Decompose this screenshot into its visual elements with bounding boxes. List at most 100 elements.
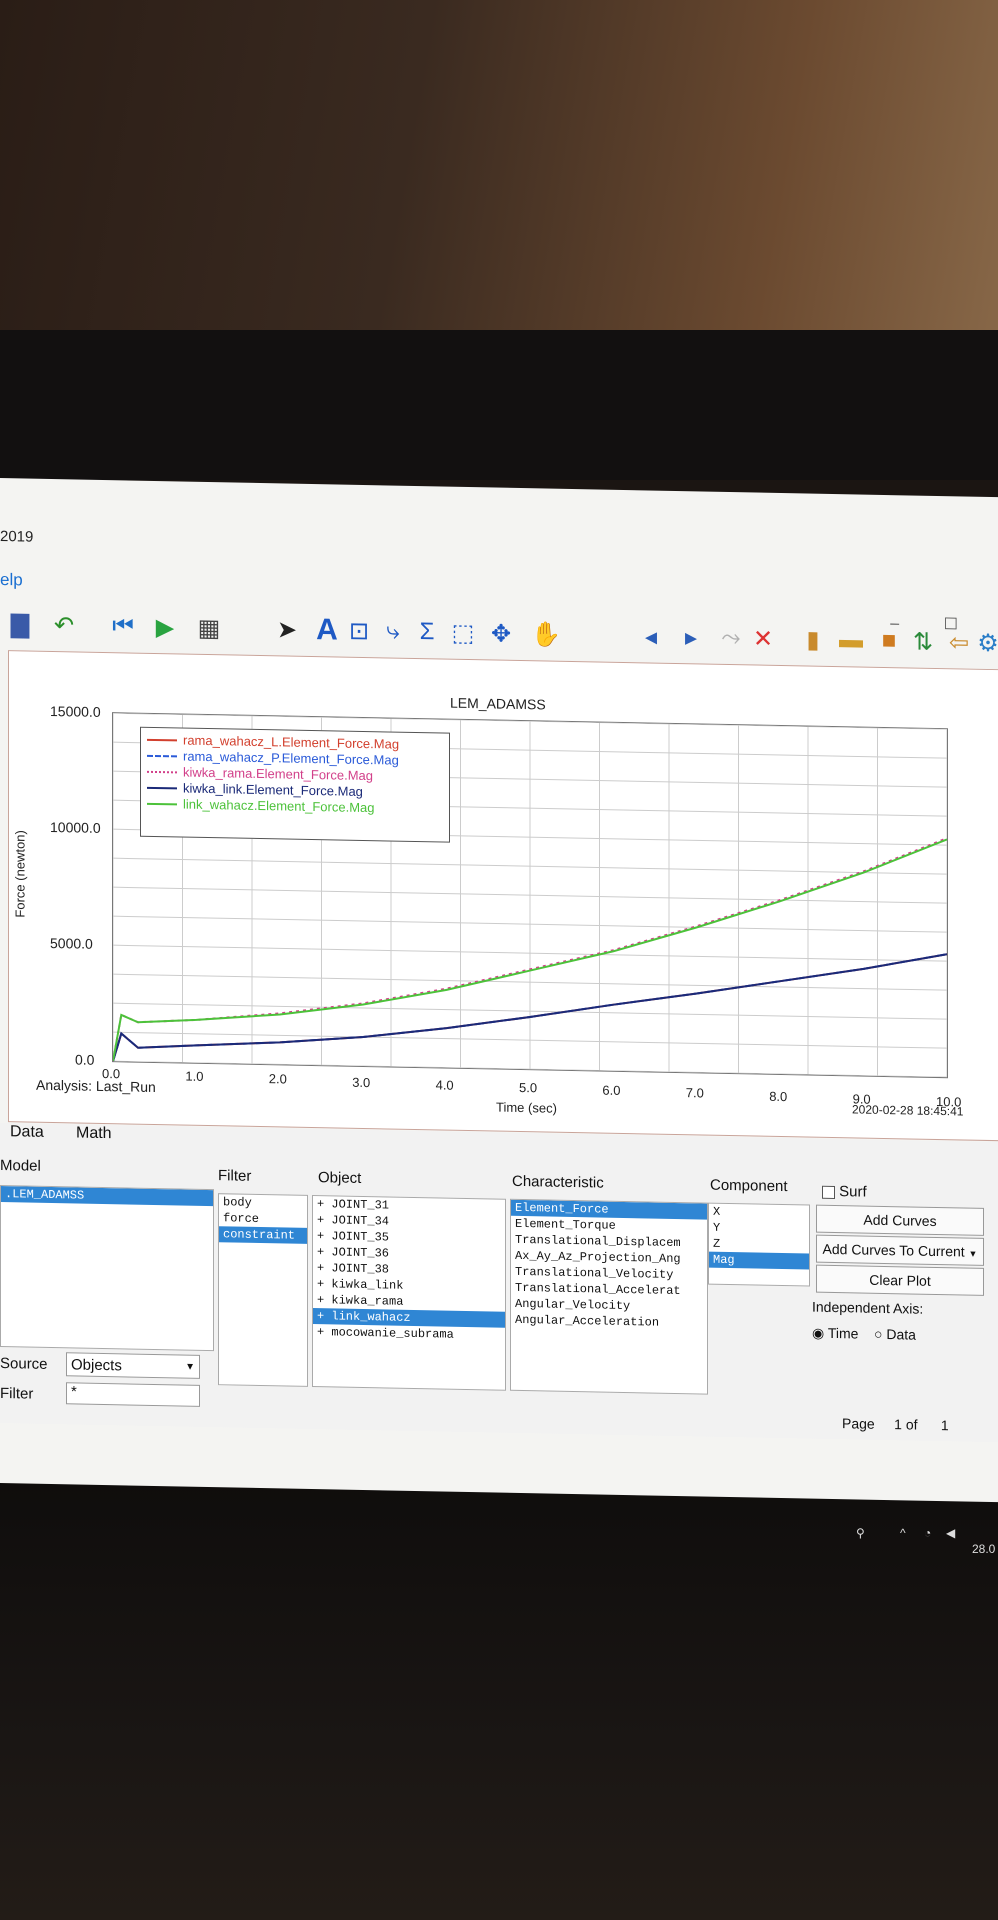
x-axis-title: Time (sec): [496, 1099, 557, 1116]
source-select[interactable]: Objects ▼: [66, 1352, 200, 1379]
component-label: Component: [710, 1176, 788, 1196]
volume-icon[interactable]: ◀: [946, 1526, 955, 1540]
curve-edit-icon[interactable]: ⤳: [716, 620, 746, 657]
x-tick-label: 2.0: [268, 1071, 287, 1087]
add-curves-button[interactable]: Add Curves: [816, 1204, 984, 1236]
model-label: Model: [0, 1157, 41, 1175]
plot-icon[interactable]: ⤷: [378, 613, 408, 650]
object-item[interactable]: + mocowanie_subrama: [313, 1324, 505, 1344]
component-item[interactable]: Mag: [709, 1251, 809, 1270]
tab-math[interactable]: Math: [76, 1124, 112, 1143]
legend-swatch: [147, 802, 177, 806]
adams-postprocessor-window: 2019 elp – ☐ ▇ ↶ ⏮ ▶ ▦ ➤ A ⊡ ⤷ Σ ⬚ ✥ ✋ ◂…: [0, 478, 998, 1503]
chevron-down-icon: ▼: [968, 1248, 978, 1259]
characteristic-list[interactable]: Element_Force Element_Torque Translation…: [510, 1198, 708, 1395]
analysis-label: Analysis: Last_Run: [36, 1076, 156, 1095]
clear-plot-button[interactable]: Clear Plot: [816, 1264, 984, 1296]
page-of: of: [905, 1416, 918, 1433]
source-label: Source: [0, 1355, 48, 1373]
layout-3-icon[interactable]: ■: [872, 623, 906, 660]
x-tick-label: 5.0: [519, 1079, 538, 1096]
sigma-icon[interactable]: Σ: [412, 614, 442, 651]
box-icon[interactable]: ⊡: [346, 613, 372, 649]
chevron-up-icon[interactable]: ^: [900, 1526, 906, 1540]
characteristic-item[interactable]: Angular_Acceleration: [511, 1312, 707, 1332]
data-browser-panel: Data Math Model .LEM_ADAMSS Source Objec…: [0, 1123, 998, 1443]
component-item[interactable]: Z: [709, 1236, 809, 1254]
x-tick-labels: 0.0 1.0 2.0 3.0 4.0 5.0 6.0 7.0 8.0 9.0 10.0: [0, 478, 998, 1109]
x-tick-label: 3.0: [352, 1074, 371, 1090]
model-item[interactable]: .LEM_ADAMSS: [1, 1186, 213, 1207]
tab-data[interactable]: Data: [10, 1123, 44, 1142]
legend-swatch: [147, 754, 177, 758]
y-tick-label: 0.0: [75, 1051, 95, 1068]
object-label: Object: [318, 1169, 362, 1187]
chevron-down-icon: ▼: [185, 1361, 195, 1373]
independent-axis-radios: ◉ Time ○ Data: [812, 1325, 916, 1344]
step-forward-icon[interactable]: ▸: [676, 619, 706, 656]
y-tick-label: 10000.0: [50, 818, 101, 836]
filter-input[interactable]: *: [66, 1382, 200, 1407]
plot-title: LEM_ADAMSS: [450, 694, 546, 713]
radio-data[interactable]: ○ Data: [874, 1326, 916, 1343]
pagination: Page 1 of 1: [842, 1415, 949, 1433]
surf-checkbox[interactable]: Surf: [822, 1183, 867, 1201]
page-label: Page: [842, 1415, 875, 1432]
settings-icon[interactable]: ⚙: [977, 625, 998, 661]
add-curves-current-label: Add Curves To Current: [822, 1240, 965, 1260]
pan-hand-icon[interactable]: ✋: [528, 616, 564, 653]
select-arrow-icon[interactable]: ➤: [272, 611, 302, 648]
menu-bar: elp: [0, 570, 23, 590]
radio-time[interactable]: ◉ Time: [812, 1325, 858, 1342]
legend-swatch: [147, 738, 177, 742]
filter-item-body[interactable]: body: [219, 1194, 307, 1212]
play-icon[interactable]: ▶: [150, 609, 180, 646]
characteristic-label: Characteristic: [512, 1172, 604, 1192]
filter-item-constraint[interactable]: constraint: [219, 1226, 307, 1244]
x-tick-label: 6.0: [602, 1082, 621, 1099]
export-icon[interactable]: ⇅: [906, 623, 940, 660]
background-photo: [0, 0, 998, 480]
x-tick-label: 7.0: [685, 1085, 704, 1101]
wifi-icon[interactable]: ◔: [924, 1526, 931, 1540]
title-fragment-1: 2019: [0, 528, 34, 546]
component-item[interactable]: Y: [709, 1220, 809, 1238]
page-current[interactable]: 1: [894, 1416, 902, 1432]
filter-item-force[interactable]: force: [219, 1210, 307, 1228]
y-axis-title: Force (newton): [12, 830, 28, 918]
filter-list[interactable]: body force constraint: [218, 1193, 308, 1387]
radio-time-label: Time: [827, 1324, 859, 1342]
fit-icon[interactable]: ✥: [484, 615, 518, 652]
people-icon[interactable]: ⚲: [856, 1526, 865, 1540]
x-tick-label: 1.0: [185, 1068, 204, 1085]
printer-icon[interactable]: ▇: [0, 606, 40, 643]
page-total: 1: [940, 1417, 949, 1434]
legend-label: link_wahacz.Element_Force.Mag: [183, 796, 375, 816]
x-tick-label: 8.0: [769, 1088, 788, 1104]
menu-help[interactable]: elp: [0, 570, 23, 589]
timestamp-label: 2020-02-28 18:45:41: [852, 1102, 964, 1119]
windows-taskbar: ⚲ ^ ◔ ◀ 28.0: [0, 1500, 998, 1556]
component-item[interactable]: X: [709, 1204, 809, 1222]
layout-2-icon[interactable]: ▬: [834, 622, 868, 659]
add-curves-mode-select[interactable]: Add Curves To Current ▼: [816, 1234, 984, 1266]
filter-label: Filter: [0, 1385, 34, 1403]
zoom-icon[interactable]: ⬚: [446, 615, 480, 652]
back-icon[interactable]: ⇦: [944, 624, 974, 661]
step-back-icon[interactable]: ◂: [636, 618, 666, 655]
window-title: 2019: [0, 528, 33, 546]
radio-data-label: Data: [886, 1326, 916, 1343]
undo-icon[interactable]: ↶: [44, 607, 84, 644]
monitor-bezel: [0, 1480, 998, 1920]
independent-axis-label: Independent Axis:: [812, 1298, 924, 1317]
film-icon[interactable]: ▦: [192, 610, 226, 647]
y-tick-label: 5000.0: [50, 934, 93, 952]
delete-icon[interactable]: ✕: [748, 620, 778, 657]
layout-1-icon[interactable]: ▮: [796, 621, 830, 658]
component-list[interactable]: X Y Z Mag: [708, 1202, 810, 1287]
clock-date[interactable]: 28.0: [972, 1542, 995, 1556]
text-icon[interactable]: A: [310, 612, 344, 649]
rewind-icon[interactable]: ⏮: [108, 608, 138, 645]
object-list[interactable]: + JOINT_31 + JOINT_34 + JOINT_35 + JOINT…: [312, 1194, 506, 1391]
model-list[interactable]: .LEM_ADAMSS: [0, 1185, 214, 1352]
